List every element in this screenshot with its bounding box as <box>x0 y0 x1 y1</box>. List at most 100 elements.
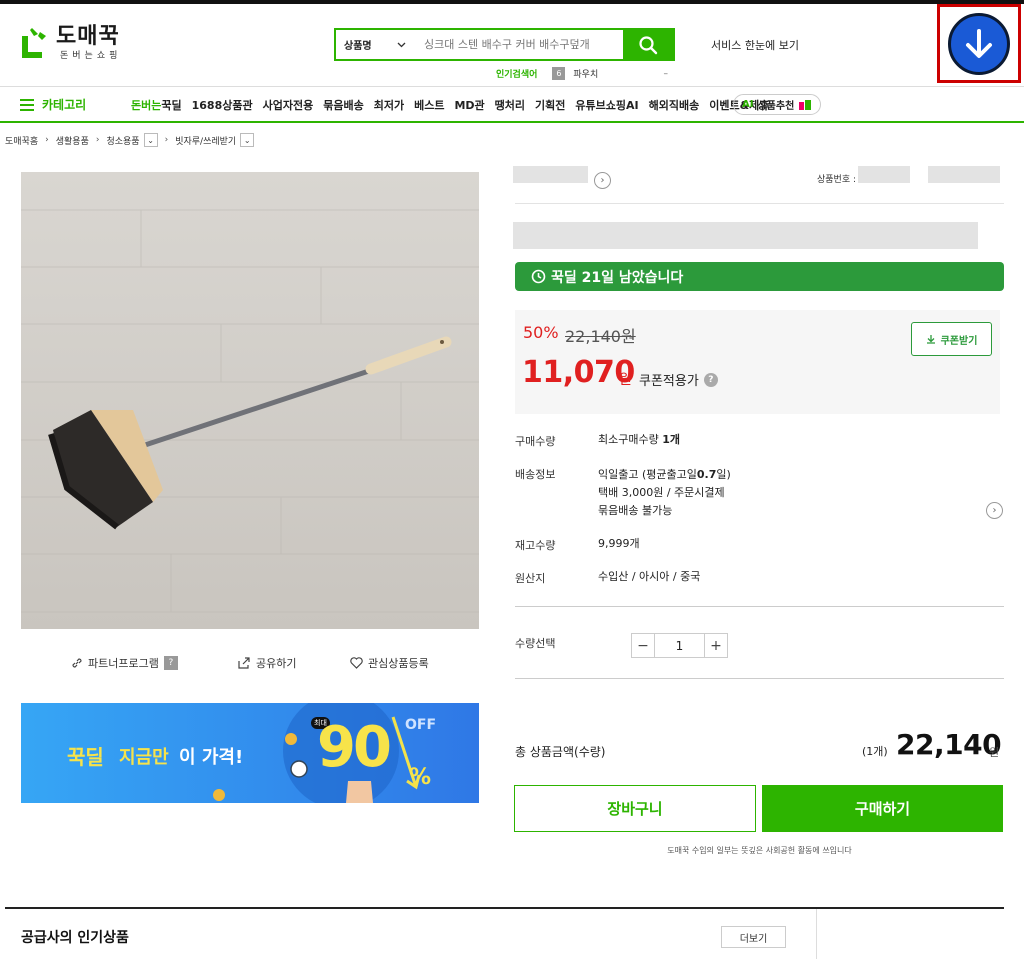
search-bar: 상품명 <box>334 28 675 61</box>
breadcrumb-separator: › <box>45 135 49 145</box>
search-category-select[interactable]: 상품명 <box>336 30 414 59</box>
promo-off: OFF <box>405 717 437 733</box>
ai-prefix: AI <box>742 99 754 110</box>
shipping-line-2: 택배 3,000원 / 주문시결제 <box>598 486 725 499</box>
wishlist-button[interactable]: 관심상품등록 <box>350 655 429 671</box>
chevron-right-icon[interactable]: › <box>594 172 611 189</box>
breadcrumb-separator: › <box>164 135 169 145</box>
divider <box>515 606 1004 607</box>
total-price-unit: 원 <box>989 746 1000 759</box>
nav-prefix: 돈버는 <box>131 99 162 112</box>
breadcrumb-item[interactable]: 도매꾹홈 <box>5 134 38 147</box>
total-price: 22,140 <box>896 728 1002 761</box>
chevron-down-icon[interactable]: ⌄ <box>143 133 158 147</box>
column-divider <box>816 909 817 959</box>
breadcrumb-item[interactable]: 빗자루/쓰레받기 <box>175 134 236 147</box>
arrow-down-icon <box>966 28 992 58</box>
nav-item-overseas[interactable]: 해외직배송 <box>649 97 700 113</box>
purchase-qty-label: 구매수량 <box>515 435 556 448</box>
deal-countdown-banner: 꾹딜 21일 남았습니다 <box>515 262 1004 291</box>
chevron-right-icon[interactable]: › <box>986 502 1003 519</box>
category-label: 카테고리 <box>42 98 87 112</box>
shipping-info: 익일출고 (평균출고일0.7일) 택배 3,000원 / 주문시결제 묶음배송 … <box>598 466 731 520</box>
shipping-line-3: 묶음배송 불가능 <box>598 504 673 517</box>
original-price: 22,140원 <box>565 327 636 346</box>
shipping-avg-days: 0.7 <box>696 468 717 481</box>
get-coupon-button[interactable]: 쿠폰받기 <box>911 322 992 356</box>
clock-icon <box>531 269 546 284</box>
share-button[interactable]: 공유하기 <box>238 655 296 671</box>
link-icon <box>72 658 82 668</box>
purchase-qty-number: 1개 <box>662 433 680 446</box>
stock-label: 재고수량 <box>515 539 556 552</box>
shipping-line-1-suffix: 일) <box>716 468 731 481</box>
promo-text-price: 이 가격! <box>179 747 244 768</box>
heart-icon <box>350 657 363 669</box>
search-button[interactable] <box>623 30 673 59</box>
nav-item-bundle[interactable]: 묶음배송 <box>323 97 363 113</box>
shipping-label: 배송정보 <box>515 468 556 481</box>
site-logo[interactable]: 도매꾹 돈버는쇼핑 <box>18 24 121 62</box>
main-nav: 돈버는꾹딜 1688상품관 사업자전용 묶음배송 최저가 베스트 MD관 땡처리… <box>131 97 779 113</box>
chevron-down-icon[interactable]: ⌄ <box>240 133 255 147</box>
category-menu-button[interactable]: 카테고리 <box>20 96 86 113</box>
quantity-stepper: − 1 + <box>631 633 728 658</box>
logo-title: 도매꾹 <box>56 23 120 49</box>
shipping-line-1: 익일출고 (평균출고일0.7일) <box>598 466 731 484</box>
purchase-qty-value: 최소구매수량 1개 <box>598 431 680 449</box>
quantity-plus-button[interactable]: + <box>705 634 727 657</box>
section-divider <box>5 907 1004 909</box>
total-qty: (1개) <box>862 745 888 758</box>
header-divider <box>0 86 1024 87</box>
trending-rank: 6 <box>552 67 566 80</box>
product-number-redacted <box>928 166 1000 183</box>
search-category-label: 상품명 <box>344 41 372 52</box>
trending-keywords[interactable]: 인기검색어 6 파우치 – <box>496 67 668 80</box>
logo-icon <box>18 24 50 62</box>
promo-text-now: 지금만 <box>119 747 169 768</box>
add-to-cart-button[interactable]: 장바구니 <box>514 785 756 832</box>
nav-item-business[interactable]: 사업자전용 <box>263 97 314 113</box>
nav-item-kkuk-deal[interactable]: 돈버는꾹딜 <box>131 97 182 113</box>
sale-price-unit: 원 <box>619 372 632 388</box>
nav-item-lowest[interactable]: 최저가 <box>374 97 404 113</box>
partner-program-link[interactable]: 파트너프로그램 ? <box>71 655 178 671</box>
shipping-line-1-prefix: 익일출고 (평균출고일 <box>598 468 697 481</box>
ai-label: 상품추천 <box>757 101 795 112</box>
share-icon <box>238 657 250 669</box>
ai-recommend-button[interactable]: AI 상품추천 <box>733 94 822 115</box>
product-image[interactable] <box>21 172 479 629</box>
search-input[interactable] <box>414 30 623 59</box>
trending-word[interactable]: 파우치 <box>573 67 598 80</box>
total-label: 총 상품금액(수량) <box>515 745 606 759</box>
origin-value: 수입산 / 아시아 / 중국 <box>598 570 701 583</box>
promo-banner[interactable]: 꾹딜 지금만 이 가격! 최대 90 % OFF <box>21 703 479 803</box>
quantity-input[interactable]: 1 <box>654 634 705 657</box>
deal-countdown-text: 꾹딜 21일 남았습니다 <box>551 269 684 286</box>
service-overview-link[interactable]: 서비스 한눈에 보기 <box>711 37 799 53</box>
nav-divider <box>0 121 1024 123</box>
breadcrumb-item[interactable]: 청소용품 <box>106 134 139 147</box>
window-top-border <box>0 0 1024 4</box>
gift-icon <box>799 99 812 110</box>
stock-value: 9,999개 <box>598 537 640 550</box>
more-button[interactable]: 더보기 <box>721 926 786 948</box>
nav-item-1688[interactable]: 1688상품관 <box>192 97 253 113</box>
breadcrumb-item[interactable]: 생활용품 <box>56 134 89 147</box>
help-icon[interactable]: ? <box>703 372 718 387</box>
partner-label: 파트너프로그램 <box>88 657 159 670</box>
download-highlight <box>937 4 1021 83</box>
nav-item-best[interactable]: 베스트 <box>414 97 444 113</box>
nav-item-md[interactable]: MD관 <box>454 97 484 113</box>
nav-item-exhibition[interactable]: 기획전 <box>535 97 565 113</box>
help-icon[interactable]: ? <box>163 656 178 670</box>
download-button[interactable] <box>948 12 1010 75</box>
nav-item-youtube[interactable]: 유튜브쇼핑AI <box>575 97 638 113</box>
nav-item-clearance[interactable]: 땡처리 <box>495 97 525 113</box>
trending-label: 인기검색어 <box>496 70 538 80</box>
origin-label: 원산지 <box>515 572 546 585</box>
coupon-button-label: 쿠폰받기 <box>940 335 978 347</box>
social-contribution-notice: 도매꾹 수입의 일부는 뜻깊은 사회공헌 활동에 쓰입니다 <box>667 846 852 855</box>
buy-now-button[interactable]: 구매하기 <box>762 785 1003 832</box>
quantity-minus-button[interactable]: − <box>632 634 654 657</box>
